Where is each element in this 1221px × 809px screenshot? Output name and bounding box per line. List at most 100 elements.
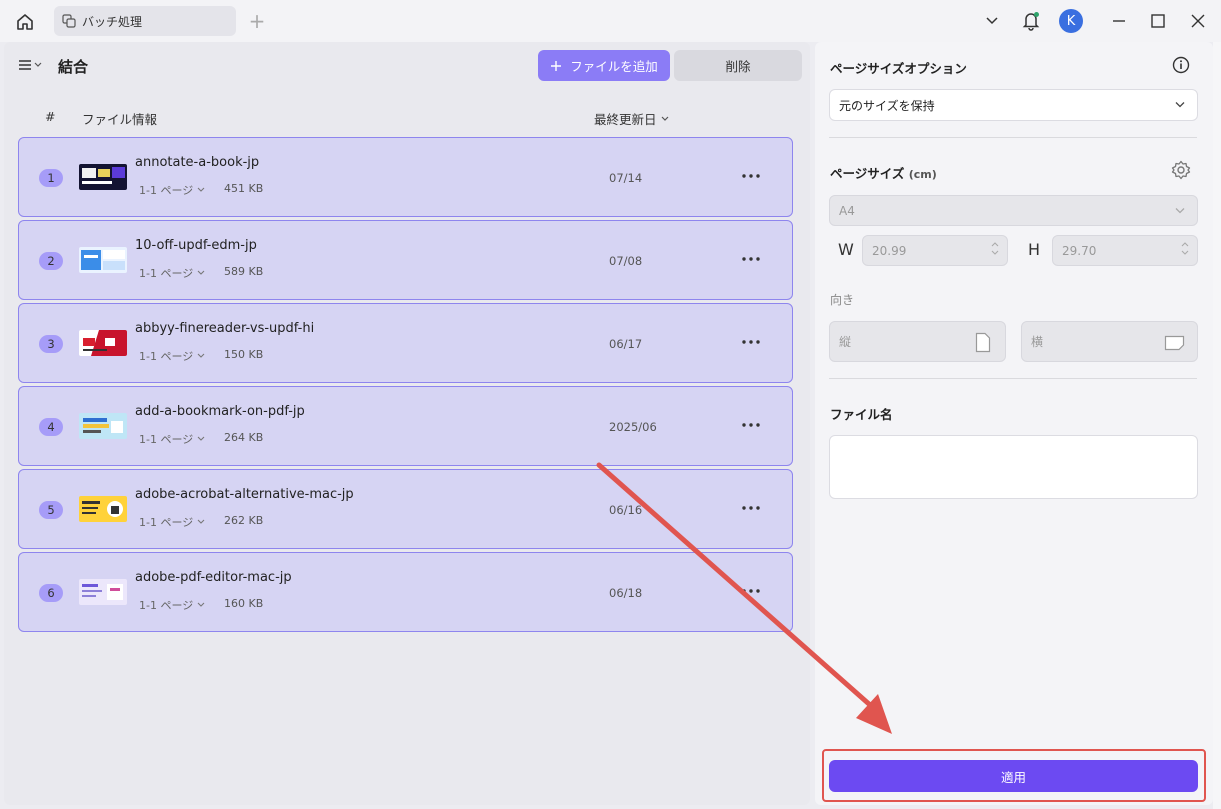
menu-icon: [19, 60, 31, 70]
file-list-panel: 結合 ファイルを追加 削除 # ファイル情報 最終更新日 1 annotate-…: [4, 42, 810, 805]
maximize-button[interactable]: [1147, 8, 1169, 34]
column-header-date-label: 最終更新日: [594, 112, 657, 127]
file-name-label: ファイル名: [830, 407, 893, 422]
file-name: adobe-acrobat-alternative-mac-jp: [135, 487, 354, 502]
page-range-select[interactable]: 1-1 ページ: [139, 265, 205, 281]
portrait-label: 縦: [839, 335, 852, 349]
file-name: annotate-a-book-jp: [135, 155, 260, 170]
delete-button[interactable]: 削除: [674, 50, 802, 81]
bell-icon: [1022, 12, 1040, 31]
chevron-down-icon: [197, 436, 205, 441]
more-icon: [742, 589, 760, 593]
page-range-label: 1-1 ページ: [139, 350, 194, 363]
row-number: 6: [39, 584, 63, 602]
column-header-file-info: ファイル情報: [82, 112, 158, 127]
file-row[interactable]: 2 10-off-updf-edm-jp 1-1 ページ 589 KB 07/0…: [18, 220, 793, 300]
plus-icon: [551, 60, 562, 71]
file-date: 07/14: [609, 171, 643, 185]
add-file-button[interactable]: ファイルを追加: [538, 50, 670, 81]
row-number: 2: [39, 252, 63, 270]
page-range-select[interactable]: 1-1 ページ: [139, 514, 205, 530]
height-stepper[interactable]: [1181, 241, 1189, 256]
minimize-button[interactable]: [1108, 8, 1130, 34]
page-range-select[interactable]: 1-1 ページ: [139, 431, 205, 447]
more-options-button[interactable]: [741, 496, 761, 520]
chevron-down-icon: [34, 62, 42, 67]
file-size: 451 KB: [224, 182, 264, 195]
file-thumbnail: [79, 247, 127, 273]
divider: [829, 378, 1197, 379]
close-button[interactable]: [1187, 8, 1209, 34]
chevron-down-icon: [197, 353, 205, 358]
height-input[interactable]: 29.70: [1052, 235, 1198, 266]
chevron-down-icon: [1175, 102, 1185, 108]
chevron-down-icon: [986, 17, 998, 25]
file-size: 262 KB: [224, 514, 264, 527]
file-thumbnail: [79, 330, 127, 356]
file-size: 160 KB: [224, 597, 264, 610]
file-thumbnail: [79, 164, 127, 190]
home-button[interactable]: [12, 9, 38, 35]
avatar[interactable]: K: [1059, 9, 1083, 33]
more-options-button[interactable]: [741, 164, 761, 188]
column-header-modified-date[interactable]: 最終更新日: [594, 109, 669, 128]
landscape-button[interactable]: 横: [1021, 321, 1198, 362]
page-range-select[interactable]: 1-1 ページ: [139, 597, 205, 613]
more-options-button[interactable]: [741, 247, 761, 271]
file-date: 06/18: [609, 586, 643, 600]
file-row[interactable]: 6 adobe-pdf-editor-mac-jp 1-1 ページ 160 KB…: [18, 552, 793, 632]
more-icon: [742, 423, 760, 427]
more-options-button[interactable]: [741, 579, 761, 603]
file-thumbnail: [79, 496, 127, 522]
chevron-up-icon: [991, 242, 999, 247]
file-row[interactable]: 4 add-a-bookmark-on-pdf-jp 1-1 ページ 264 K…: [18, 386, 793, 466]
add-tab-button[interactable]: +: [247, 9, 267, 33]
tab-batch[interactable]: バッチ処理: [54, 6, 236, 36]
file-size: 589 KB: [224, 265, 264, 278]
close-icon: [1191, 14, 1205, 28]
gear-icon: [1171, 160, 1191, 180]
more-icon: [742, 340, 760, 344]
batch-icon: [62, 14, 76, 28]
row-number: 1: [39, 169, 63, 187]
page-range-label: 1-1 ページ: [139, 267, 194, 280]
orientation-label: 向き: [830, 293, 855, 307]
page-size-settings-button[interactable]: [1171, 160, 1191, 184]
more-icon: [742, 506, 760, 510]
file-size: 150 KB: [224, 348, 264, 361]
paper-size-select[interactable]: A4: [829, 195, 1198, 226]
width-stepper[interactable]: [991, 241, 999, 256]
portrait-button[interactable]: 縦: [829, 321, 1006, 362]
file-date: 2025/06: [609, 420, 657, 434]
menu-button[interactable]: [18, 58, 42, 72]
file-row[interactable]: 5 adobe-acrobat-alternative-mac-jp 1-1 ペ…: [18, 469, 793, 549]
file-row[interactable]: 3 abbyy-finereader-vs-updf-hi 1-1 ページ 15…: [18, 303, 793, 383]
file-thumbnail: [79, 579, 127, 605]
page-range-select[interactable]: 1-1 ページ: [139, 348, 205, 364]
more-icon: [742, 174, 760, 178]
paper-size-value: A4: [839, 203, 855, 218]
more-options-button[interactable]: [741, 330, 761, 354]
row-number: 4: [39, 418, 63, 436]
page-size-option-select[interactable]: 元のサイズを保持: [829, 89, 1198, 121]
notification-button[interactable]: [1020, 8, 1042, 34]
file-size: 264 KB: [224, 431, 264, 444]
chevron-down-icon: [1175, 207, 1185, 213]
page-size-label-text: ページサイズ: [830, 166, 905, 181]
page-title: 結合: [58, 58, 89, 76]
file-name-input[interactable]: [829, 435, 1198, 499]
file-name: 10-off-updf-edm-jp: [135, 238, 257, 253]
more-options-button[interactable]: [741, 413, 761, 437]
tab-label: バッチ処理: [82, 14, 143, 29]
chevron-down-icon: [197, 519, 205, 524]
dropdown-button[interactable]: [982, 8, 1002, 34]
chevron-down-icon: [197, 270, 205, 275]
page-range-select[interactable]: 1-1 ページ: [139, 182, 205, 198]
divider: [829, 137, 1197, 138]
apply-highlight-box: [822, 749, 1206, 802]
width-input[interactable]: 20.99: [862, 235, 1008, 266]
file-row[interactable]: 1 annotate-a-book-jp 1-1 ページ 451 KB 07/1…: [18, 137, 793, 217]
info-button[interactable]: [1172, 56, 1190, 78]
page-size-unit: (cm): [908, 168, 937, 181]
height-value: 29.70: [1062, 243, 1097, 258]
